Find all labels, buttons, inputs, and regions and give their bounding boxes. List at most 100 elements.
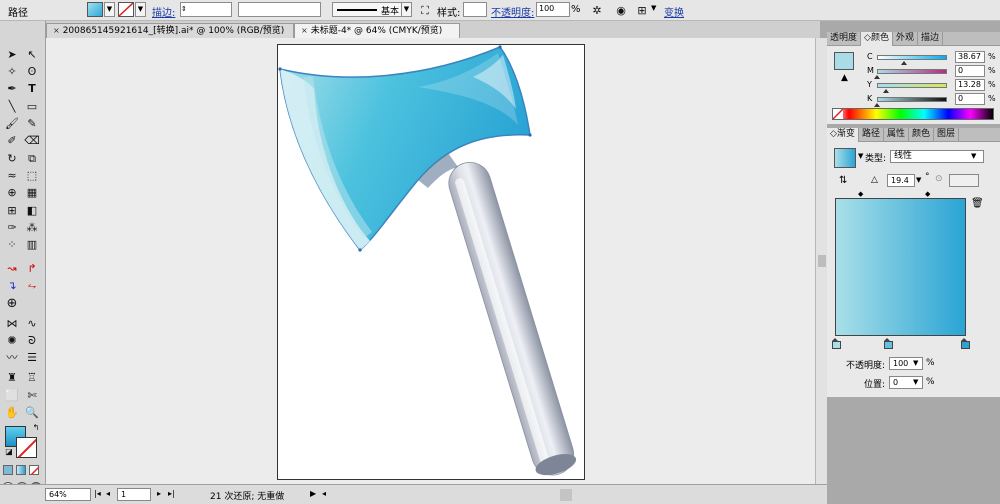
- horizontal-scroll-thumb[interactable]: [560, 489, 572, 501]
- eraser-tool-icon[interactable]: ⌫: [23, 132, 41, 149]
- gradient-type-field[interactable]: 线性: [890, 150, 984, 163]
- tab-transparency[interactable]: 透明度: [827, 32, 862, 46]
- scribble-tool-icon[interactable]: 〰: [3, 349, 21, 366]
- gradient-midpoint-marker[interactable]: ◆: [858, 190, 863, 198]
- out-of-gamut-icon[interactable]: ▲: [841, 73, 848, 83]
- line-tool-icon[interactable]: ╲: [3, 98, 21, 115]
- gradient-stop-end[interactable]: [961, 338, 970, 349]
- close-icon[interactable]: ×: [301, 26, 308, 35]
- first-page-icon[interactable]: |◂: [94, 489, 101, 498]
- axe-handle[interactable]: [444, 157, 579, 479]
- channel-value-field[interactable]: 0: [955, 65, 985, 77]
- fisheye-tool-icon[interactable]: ✺: [3, 332, 21, 349]
- magic-wand-tool-icon[interactable]: ✧: [3, 63, 21, 80]
- default-colors-icon[interactable]: ◪: [0, 443, 18, 460]
- opacity-field[interactable]: 100: [536, 2, 570, 17]
- align-stroke-icon[interactable]: ⛶: [416, 2, 434, 19]
- tab-appearance[interactable]: 外观: [893, 32, 918, 46]
- scroll-thumb[interactable]: [818, 255, 826, 267]
- none-color-icon[interactable]: [833, 109, 843, 119]
- gradient-type-dropdown-icon[interactable]: ▼: [971, 152, 976, 160]
- stroke-swatch[interactable]: [118, 2, 134, 17]
- delete-stop-icon[interactable]: 🗑: [971, 198, 984, 209]
- tab-color[interactable]: ◇颜色: [861, 32, 893, 46]
- align-icon[interactable]: ⊞: [633, 2, 651, 19]
- fill-dropdown[interactable]: ▼: [104, 2, 115, 17]
- variable-width-field[interactable]: [238, 2, 321, 17]
- live-paint-selection-tool-icon[interactable]: ♖: [23, 369, 41, 386]
- gradient-tool-icon[interactable]: ◧: [23, 202, 41, 219]
- crosshair-tool-icon[interactable]: ⊕: [3, 295, 21, 312]
- scroll-left-icon[interactable]: ◂: [322, 489, 326, 498]
- opacity-label[interactable]: 不透明度:: [491, 4, 534, 19]
- warp-tool-icon[interactable]: ≈: [3, 167, 21, 184]
- rotate-tool-icon[interactable]: ↻: [3, 150, 21, 167]
- none-mode-button[interactable]: [29, 465, 39, 475]
- gradient-thumbnail[interactable]: [834, 148, 856, 168]
- color-swatch[interactable]: [834, 52, 854, 70]
- slice-tool-icon[interactable]: ✄: [23, 387, 41, 404]
- anchor-point[interactable]: [498, 45, 502, 49]
- gradient-preview[interactable]: [835, 198, 966, 336]
- stroke-weight-field[interactable]: ⇕: [180, 2, 232, 17]
- smooth-tool-icon[interactable]: ↴: [3, 277, 21, 294]
- pen-tool-icon[interactable]: ✒: [3, 80, 21, 97]
- stroke-style-dropdown[interactable]: ▼: [401, 2, 412, 17]
- free-transform-tool-icon[interactable]: ⬚: [23, 167, 41, 184]
- axe-illustration[interactable]: [278, 45, 584, 479]
- channel-value-field[interactable]: 38.67: [955, 51, 985, 63]
- tab-stroke[interactable]: 描边: [918, 32, 943, 46]
- last-page-icon[interactable]: ▸|: [168, 489, 175, 498]
- anchor-point[interactable]: [358, 248, 362, 252]
- stroke-color-box[interactable]: [16, 437, 37, 458]
- slider-handle-icon[interactable]: [883, 89, 889, 93]
- live-paint-tool-icon[interactable]: ♜: [3, 369, 21, 386]
- column-graph-tool-icon[interactable]: ▥: [23, 236, 41, 253]
- graphic-style-field[interactable]: [463, 2, 487, 17]
- gradient-mode-button[interactable]: [16, 465, 26, 475]
- arc-tool-icon[interactable]: ↱: [23, 260, 41, 277]
- scale-tool-icon[interactable]: ⧉: [23, 150, 41, 167]
- canvas-area[interactable]: [46, 38, 815, 484]
- close-icon[interactable]: ×: [53, 26, 60, 35]
- tab-layers[interactable]: 图层: [934, 128, 959, 142]
- list-tool-icon[interactable]: ☰: [23, 349, 41, 366]
- reverse-gradient-icon[interactable]: ⇅: [839, 175, 847, 186]
- aspect-ratio-icon[interactable]: ⊙: [935, 174, 943, 184]
- slider-handle-icon[interactable]: [901, 61, 907, 65]
- anchor-point[interactable]: [278, 67, 282, 71]
- anchor-point[interactable]: [528, 133, 532, 137]
- stroke-style-field[interactable]: 基本: [332, 2, 412, 17]
- aspect-ratio-field[interactable]: [949, 174, 979, 187]
- envelope-tool-icon[interactable]: ⋈: [3, 315, 21, 332]
- curve-tool-icon[interactable]: ↝: [3, 260, 21, 277]
- stroke-label[interactable]: 描边:: [152, 4, 175, 19]
- path-eraser-tool-icon[interactable]: ⥊: [23, 277, 41, 294]
- prev-page-icon[interactable]: ◂: [106, 489, 110, 498]
- blob-brush-tool-icon[interactable]: ✐: [3, 132, 21, 149]
- rectangle-tool-icon[interactable]: ▭: [23, 98, 41, 115]
- isolate-icon[interactable]: ◉: [612, 2, 630, 19]
- lasso-tool-icon[interactable]: ʘ: [23, 63, 41, 80]
- opacity-dropdown-icon[interactable]: ▼: [913, 359, 918, 367]
- tab-pathfinder[interactable]: 路径: [859, 128, 884, 142]
- channel-slider[interactable]: [877, 83, 947, 88]
- direct-selection-tool-icon[interactable]: ↖: [23, 46, 41, 63]
- selection-tool-icon[interactable]: ➤: [3, 46, 21, 63]
- tab-document-2[interactable]: × 未标题-4* @ 64% (CMYK/预览): [294, 23, 460, 38]
- recolor-icon[interactable]: ✲: [588, 2, 606, 19]
- gradient-thumbnail-dropdown-icon[interactable]: ▼: [858, 152, 863, 160]
- zoom-field[interactable]: 64%: [45, 488, 91, 501]
- tab-attributes[interactable]: 属性: [884, 128, 909, 142]
- tab-document-1[interactable]: × 200865145921614_[转换].ai* @ 100% (RGB/预览…: [46, 23, 294, 38]
- gradient-stop-mid[interactable]: [884, 338, 893, 349]
- angle-field[interactable]: 19.4: [887, 174, 915, 187]
- vertical-scrollbar[interactable]: [815, 38, 827, 484]
- swap-fill-stroke-icon[interactable]: ↰: [27, 419, 45, 436]
- color-mode-button[interactable]: [3, 465, 13, 475]
- angle-dropdown-icon[interactable]: ▼: [916, 176, 921, 184]
- artboard[interactable]: [277, 44, 585, 480]
- channel-slider[interactable]: [877, 55, 947, 60]
- shape-builder-tool-icon[interactable]: ⊕: [3, 184, 21, 201]
- perspective-grid-tool-icon[interactable]: ▦: [23, 184, 41, 201]
